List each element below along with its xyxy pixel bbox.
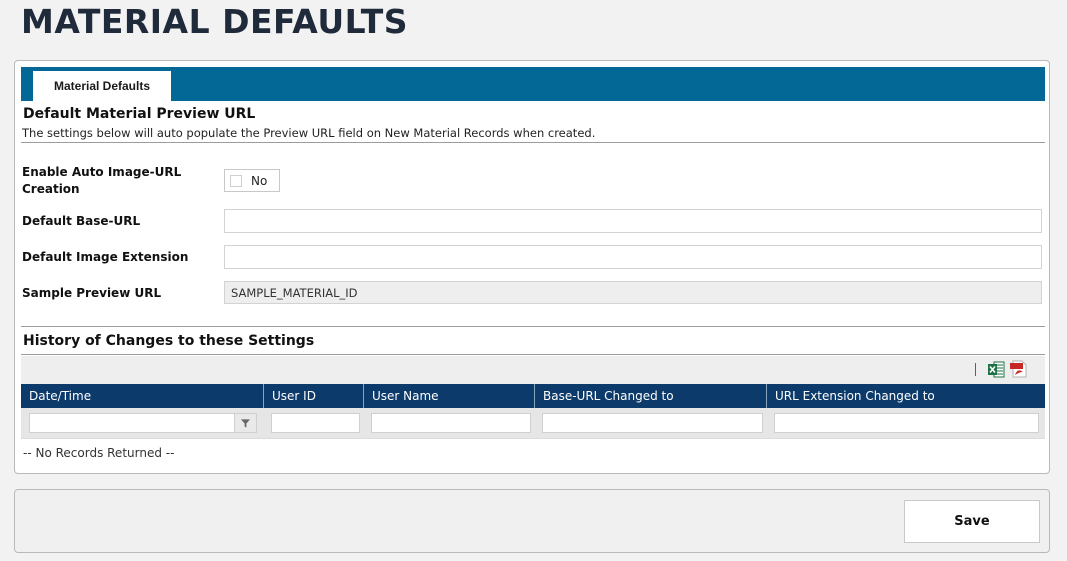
filter-user-name-input[interactable]	[371, 413, 531, 433]
filter-cell	[535, 408, 767, 438]
column-header-user-name[interactable]: User Name	[364, 384, 535, 408]
section-description: The settings below will auto populate th…	[22, 126, 596, 140]
filter-cell	[767, 408, 1045, 438]
excel-export-icon[interactable]	[988, 361, 1005, 378]
base-url-input[interactable]	[224, 209, 1042, 233]
history-title: History of Changes to these Settings	[23, 333, 315, 349]
base-url-label: Default Base-URL	[22, 214, 141, 228]
filter-datetime-input[interactable]	[29, 413, 235, 433]
history-section-header: History of Changes to these Settings	[21, 326, 1045, 355]
tab-material-defaults[interactable]: Material Defaults	[33, 71, 171, 101]
tab-strip: Material Defaults	[21, 67, 1045, 101]
enable-auto-toggle[interactable]: No	[224, 169, 280, 192]
filter-cell	[264, 408, 364, 438]
material-defaults-panel: Material Defaults Default Material Previ…	[14, 60, 1050, 474]
filter-row	[21, 408, 1045, 438]
sample-preview-label: Sample Preview URL	[22, 286, 162, 300]
enable-auto-label: Enable Auto Image-URL Creation	[22, 165, 182, 196]
page-title: MATERIAL DEFAULTS	[21, 2, 408, 41]
toggle-value: No	[251, 174, 268, 188]
filter-user-id-input[interactable]	[271, 413, 360, 433]
sample-preview-value: SAMPLE_MATERIAL_ID	[224, 281, 1042, 304]
no-records-message: -- No Records Returned --	[21, 438, 1045, 468]
column-header-datetime[interactable]: Date/Time	[21, 384, 264, 408]
column-header-url-extension[interactable]: URL Extension Changed to	[767, 384, 1045, 408]
filter-base-url-input[interactable]	[542, 413, 763, 433]
pdf-export-icon[interactable]	[1010, 360, 1028, 378]
footer-panel: Save	[14, 489, 1050, 553]
column-header-user-id[interactable]: User ID	[264, 384, 364, 408]
filter-icon[interactable]	[235, 413, 257, 433]
section-title: Default Material Preview URL	[23, 106, 256, 122]
column-header-base-url[interactable]: Base-URL Changed to	[535, 384, 767, 408]
filter-url-extension-input[interactable]	[774, 413, 1039, 433]
save-button[interactable]: Save	[904, 500, 1040, 543]
filter-cell	[364, 408, 535, 438]
grid-header: Date/Time User ID User Name Base-URL Cha…	[21, 384, 1045, 408]
preview-section-header: Default Material Preview URL The setting…	[21, 101, 1045, 143]
image-extension-label: Default Image Extension	[22, 250, 189, 264]
image-extension-input[interactable]	[224, 245, 1042, 269]
grid-toolbar	[21, 356, 1045, 384]
toolbar-divider	[975, 363, 976, 376]
filter-cell	[21, 408, 264, 438]
checkbox-icon[interactable]	[230, 175, 242, 187]
